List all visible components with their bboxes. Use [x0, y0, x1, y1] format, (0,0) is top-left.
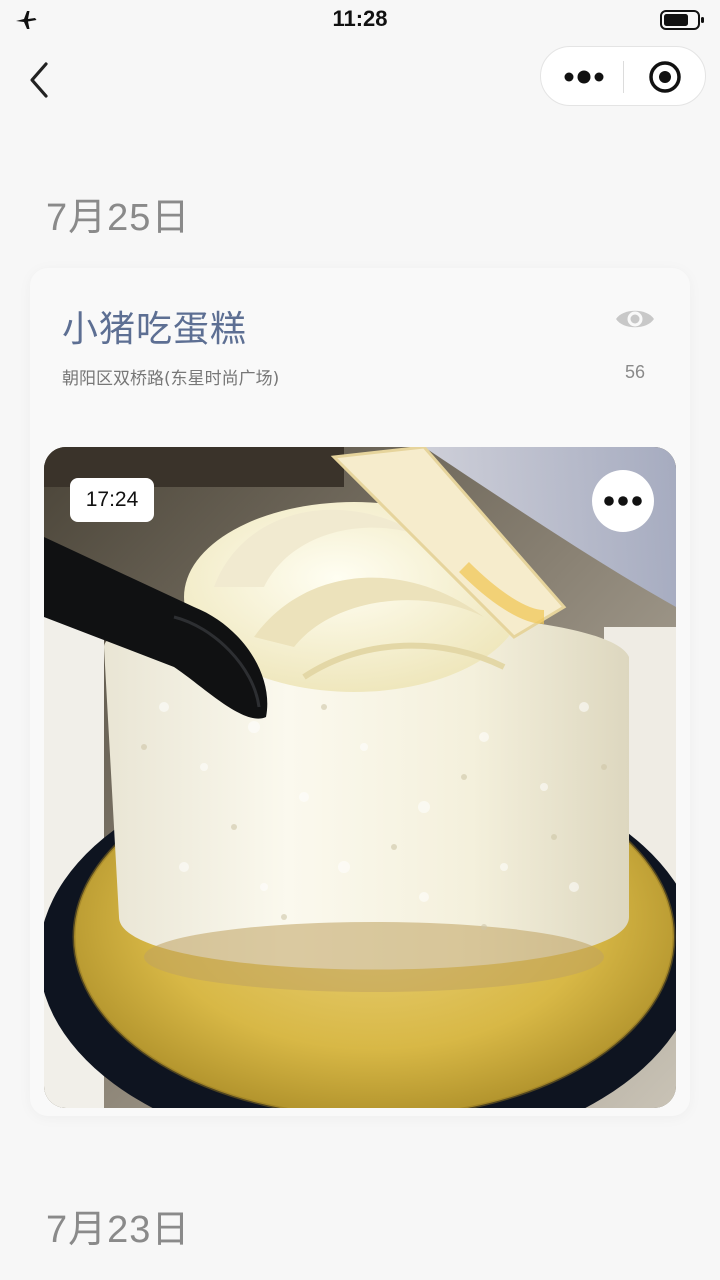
- status-bar: 11:28: [0, 0, 720, 40]
- close-button[interactable]: [625, 47, 705, 105]
- cake-illustration: [44, 447, 676, 1108]
- nav-bar: [0, 40, 720, 120]
- more-button[interactable]: [541, 47, 623, 105]
- more-dots-icon: [564, 70, 604, 84]
- date-heading: 7月23日: [46, 1209, 191, 1251]
- more-dots-icon: [604, 496, 642, 506]
- post-title[interactable]: 小猪吃蛋糕: [62, 300, 247, 352]
- eye-icon: [616, 310, 654, 328]
- view-count: 56: [624, 362, 646, 382]
- battery-icon: [660, 10, 704, 30]
- capsule-divider: [623, 61, 624, 93]
- back-button[interactable]: [22, 58, 62, 102]
- photo-time-badge: 17:24: [70, 478, 154, 522]
- target-circle-icon: [649, 61, 681, 93]
- chevron-left-icon: [30, 62, 48, 98]
- status-time: 11:28: [332, 6, 388, 31]
- post-location[interactable]: 朝阳区双桥路(东星时尚广场): [62, 364, 279, 389]
- page: 11:28 7月25日 小猪吃蛋糕 朝阳区双桥路(东星时尚广场) 56 17:2…: [0, 0, 720, 1280]
- photo-more-button[interactable]: [592, 470, 654, 532]
- menu-capsule: [540, 46, 706, 106]
- cake-photo[interactable]: [44, 447, 676, 1108]
- date-heading: 7月25日: [46, 197, 191, 239]
